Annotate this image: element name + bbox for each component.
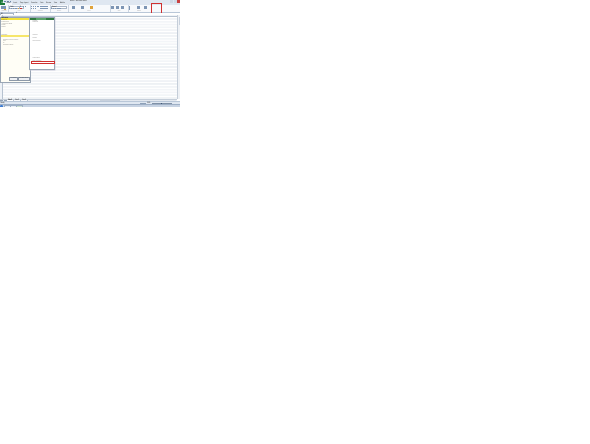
- align-right-icon[interactable]: [34, 7, 37, 10]
- taskbar-excel[interactable]: [16, 105, 23, 107]
- research-options-button[interactable]: Research options...: [18, 77, 30, 82]
- fill-color-icon[interactable]: [17, 7, 20, 10]
- decrease-decimal-icon[interactable]: [59, 7, 61, 10]
- sort-filter-icon[interactable]: [137, 5, 140, 9]
- delete-cells-icon[interactable]: [116, 5, 119, 9]
- dropdown-header-selected: [36, 17, 46, 20]
- orientation-icon[interactable]: [37, 5, 39, 8]
- os-taskbar: [0, 104, 180, 107]
- underline-icon[interactable]: [12, 7, 15, 10]
- vertical-scroll-thumb[interactable]: [178, 16, 180, 25]
- format-cells-icon[interactable]: [121, 5, 124, 9]
- pane-row[interactable]: Options: [1, 27, 5, 28]
- window-title: Book1 - Microsoft Excel: [70, 0, 87, 2]
- group-styles: Styles: [68, 5, 111, 12]
- group-editing: Editing: [128, 5, 150, 12]
- highlighted-menu-item[interactable]: [30, 60, 56, 65]
- merge-center-button[interactable]: [40, 7, 48, 10]
- conditional-formatting-icon[interactable]: [72, 5, 75, 9]
- group-number: General Number: [50, 5, 69, 12]
- menu-item[interactable]: Protect Sheet: [33, 58, 40, 59]
- fx-icon[interactable]: fx: [16, 13, 17, 14]
- pane-row: Translation: [1, 35, 8, 37]
- group-alignment: Alignment: [30, 5, 51, 12]
- paste-icon[interactable]: [0, 5, 4, 9]
- get-updates-button[interactable]: Get updates: [9, 77, 18, 82]
- align-bottom-icon[interactable]: [34, 5, 37, 8]
- review-dropdown-menu: Translate Thesaurus Research Spelling Ne…: [29, 16, 56, 70]
- menu-item[interactable]: Spelling: [33, 38, 37, 39]
- shrink-font-icon[interactable]: [24, 5, 27, 8]
- start-button[interactable]: [0, 105, 3, 107]
- menu-item[interactable]: Thesaurus: [33, 22, 39, 23]
- group-cells: Cells: [110, 5, 129, 12]
- borders-icon[interactable]: [15, 7, 17, 10]
- cell-styles-icon[interactable]: [90, 5, 93, 9]
- excel-window: Book1 - Microsoft Excel File Home Insert…: [0, 0, 180, 107]
- wrap-text-button[interactable]: [40, 5, 48, 8]
- comma-icon[interactable]: [54, 7, 57, 10]
- font-color-icon[interactable]: [20, 7, 22, 10]
- research-task-pane: Reference Search for: Search source All …: [0, 16, 31, 83]
- format-as-table-icon[interactable]: [81, 5, 84, 9]
- menu-item[interactable]: New Comment: [33, 41, 41, 42]
- insert-cells-icon[interactable]: [111, 5, 114, 9]
- vertical-scrollbar[interactable]: [177, 14, 180, 99]
- worksheet-grid[interactable]: Reference Search for: Search source All …: [0, 14, 177, 99]
- menu-item[interactable]: Research: [33, 35, 38, 36]
- group-font: Calibri 11 Font: [8, 5, 31, 12]
- pane-row[interactable]: Translation options...: [3, 45, 14, 46]
- find-select-icon[interactable]: [144, 5, 147, 9]
